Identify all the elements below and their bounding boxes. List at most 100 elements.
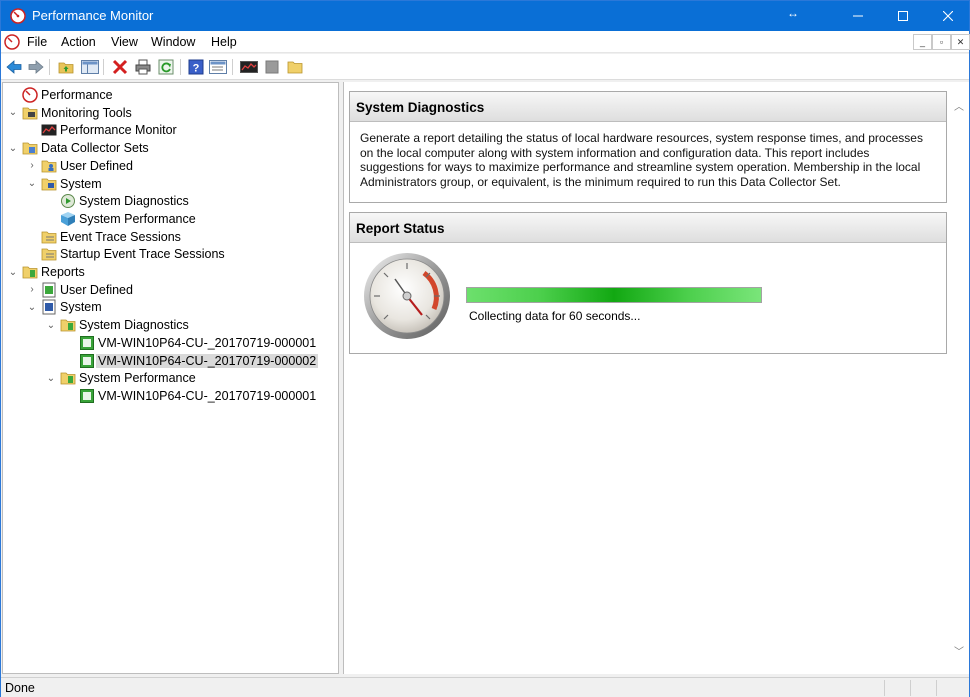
report-item-icon [80, 388, 94, 403]
tree-item[interactable]: Performance Monitor [26, 121, 177, 139]
svg-text:?: ? [193, 63, 200, 75]
tree-item[interactable]: › User Defined [26, 157, 133, 175]
tree-item[interactable]: VM-WIN10P64-CU-_20170719-000001 [64, 387, 316, 405]
performance-monitor-window: Performance Monitor ↔ File Action View W… [0, 0, 970, 697]
new-folder-icon[interactable] [286, 58, 304, 76]
tree-item[interactable]: › User Defined [26, 281, 133, 299]
collapse-chevron-icon[interactable]: › [26, 284, 38, 296]
tree-item[interactable]: ⌄ Reports [7, 263, 85, 281]
toolbar-separator [49, 59, 50, 75]
mdi-close-button[interactable]: ✕ [951, 34, 970, 50]
folder-tools-icon [22, 107, 38, 120]
status-bar-pane [910, 680, 936, 696]
status-bar-text: Done [5, 681, 35, 695]
tree-item-label: Reports [41, 265, 85, 279]
tree-item-label: User Defined [60, 282, 133, 297]
gauge-icon [364, 253, 450, 339]
progress-bar [466, 287, 762, 303]
section-title: Report Status [350, 213, 946, 243]
tree-item[interactable]: ⌄ Monitoring Tools [7, 104, 132, 122]
tree-item-label: Data Collector Sets [41, 141, 149, 156]
tree-item-label: Startup Event Trace Sessions [60, 247, 225, 262]
maximize-button[interactable] [880, 1, 926, 31]
expand-chevron-icon[interactable]: ⌄ [45, 319, 57, 331]
tree-item-label: System [60, 176, 102, 191]
menu-bar: File Action View Window Help _ ▫ ✕ [1, 31, 970, 53]
tree-item-label: Performance [41, 88, 113, 102]
folder-report-icon [60, 372, 76, 385]
expand-chevron-icon[interactable]: ⌄ [26, 178, 38, 190]
tree-item[interactable]: Event Trace Sessions [26, 228, 181, 246]
tree-item[interactable]: VM-WIN10P64-CU-_20170719-000001 [64, 334, 316, 352]
tree-item[interactable]: ⌄ Data Collector Sets [7, 139, 149, 157]
menu-action[interactable]: Action [61, 35, 96, 49]
perfmon-chart-icon [41, 124, 57, 136]
expand-chevron-icon[interactable]: ⌄ [7, 107, 19, 119]
toolbar-separator [232, 59, 233, 75]
tree-item-label: System Performance [79, 371, 196, 386]
progress-bar-fill [467, 288, 761, 302]
up-folder-icon[interactable] [57, 58, 75, 76]
tree-item[interactable]: VM-WIN10P64-CU-_20170719-000002 [64, 352, 319, 370]
menu-view[interactable]: View [111, 35, 138, 49]
forward-arrow-icon[interactable] [27, 58, 45, 76]
tree-item-label: VM-WIN10P64-CU-_20170719-000001 [98, 388, 317, 403]
report-user-icon [42, 282, 56, 298]
tree-item-label: System Diagnostics [79, 318, 189, 333]
tree-item-label: VM-WIN10P64-CU-_20170719-000001 [98, 335, 317, 350]
title-bar[interactable]: Performance Monitor ↔ [1, 1, 969, 31]
menu-help[interactable]: Help [211, 35, 237, 49]
tree-item[interactable]: System Performance [45, 210, 196, 228]
tree-item-label: System Diagnostics [79, 194, 189, 209]
refresh-icon[interactable] [157, 58, 175, 76]
status-bar: Done [1, 677, 969, 697]
tree-item-label: VM-WIN10P64-CU-_20170719-000002 [96, 353, 319, 368]
properties-icon[interactable] [209, 58, 227, 76]
expand-chevron-icon[interactable]: ⌄ [7, 142, 19, 154]
scroll-down-arrow-icon[interactable]: ﹀ [954, 643, 964, 658]
tree-item[interactable]: Performance [7, 86, 113, 104]
performance-monitor-icon[interactable] [240, 58, 258, 76]
toolbar-separator [103, 59, 104, 75]
expand-chevron-icon[interactable]: ⌄ [7, 266, 19, 278]
menu-window[interactable]: Window [151, 35, 195, 49]
expand-chevron-icon[interactable]: ⌄ [45, 372, 57, 384]
report-system-icon [42, 299, 56, 315]
report-status-section: Report Status Collecting data for 60 sec… [349, 212, 947, 354]
print-icon[interactable] [134, 58, 152, 76]
show-hide-tree-icon[interactable] [81, 58, 99, 76]
system-menu-icon[interactable] [4, 34, 20, 50]
expand-chevron-icon[interactable]: ⌄ [26, 301, 38, 313]
toolbar-separator [180, 59, 181, 75]
tree-item-label: System [60, 300, 102, 315]
tree-item[interactable]: ⌄ System [26, 175, 102, 193]
tree-item-label: Monitoring Tools [41, 105, 132, 120]
minimize-button[interactable] [835, 1, 881, 31]
status-bar-pane [936, 680, 968, 696]
menu-file[interactable]: File [27, 35, 47, 49]
collapse-chevron-icon[interactable]: › [26, 160, 38, 172]
mdi-minimize-button[interactable]: _ [913, 34, 932, 50]
tree-item[interactable]: System Diagnostics [45, 192, 189, 210]
section-title: System Diagnostics [350, 92, 946, 122]
delete-icon[interactable] [111, 58, 129, 76]
tree-item[interactable]: ⌄ System Performance [45, 369, 196, 387]
help-icon[interactable]: ? [187, 58, 205, 76]
stop-icon[interactable] [263, 58, 281, 76]
mdi-restore-button[interactable]: ▫ [932, 34, 951, 50]
console-tree: Performance ⌄ Monitoring Tools Performance … [2, 82, 339, 674]
scroll-up-arrow-icon[interactable]: ︿ [954, 98, 964, 113]
tree-item[interactable]: Startup Event Trace Sessions [26, 245, 225, 263]
tree-item[interactable]: ⌄ System Diagnostics [45, 316, 189, 334]
back-arrow-icon[interactable] [5, 58, 23, 76]
system-diagnostics-section: System Diagnostics Generate a report det… [349, 91, 947, 203]
close-button[interactable] [925, 1, 970, 31]
resize-cursor-icon: ↔ [787, 6, 799, 20]
folder-dcs-icon [22, 142, 38, 155]
tree-item[interactable]: ⌄ System [26, 298, 102, 316]
folder-user-icon [41, 160, 57, 173]
